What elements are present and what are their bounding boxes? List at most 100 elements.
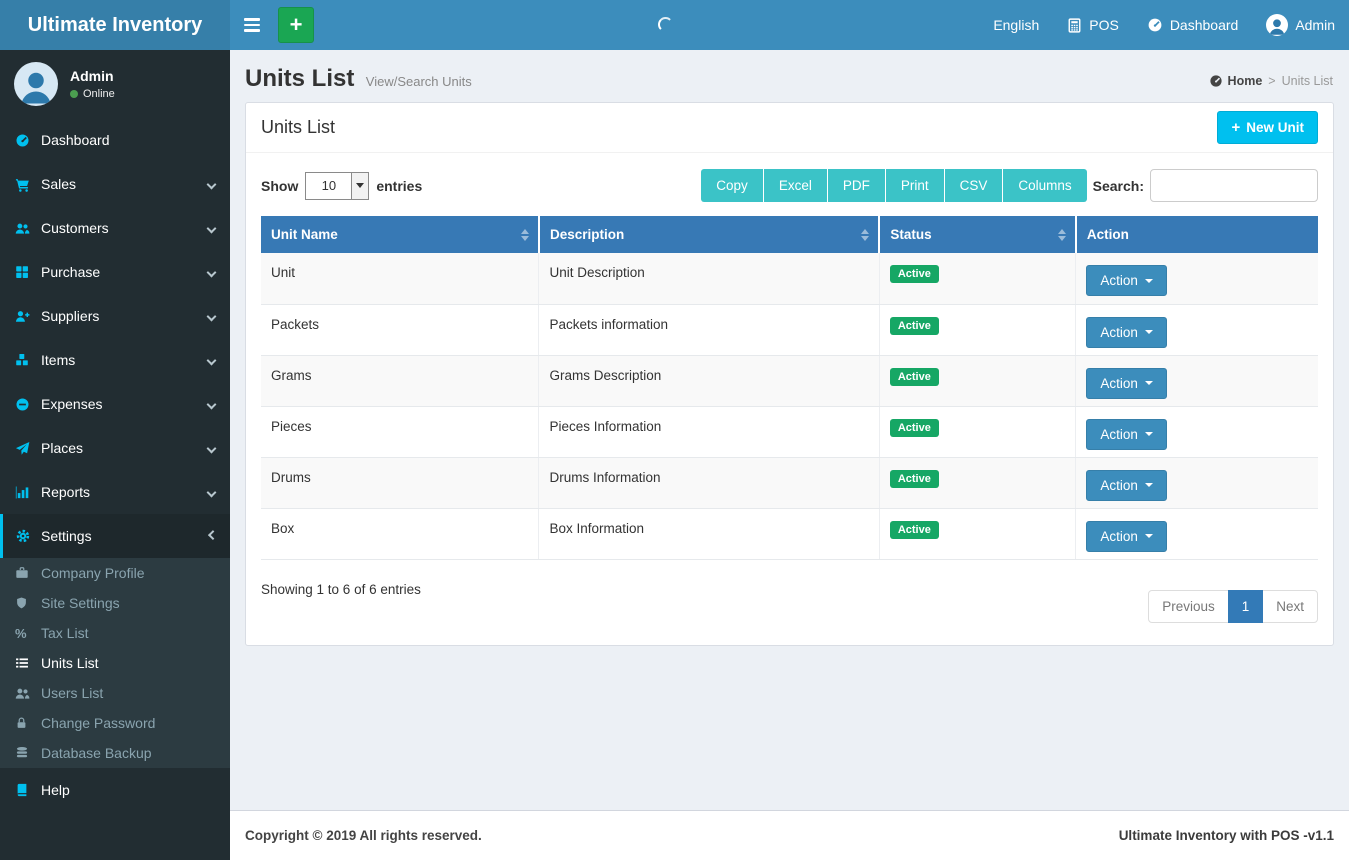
page-length-control: Show 10 entries [261, 172, 422, 200]
sidebar-item-expenses[interactable]: Expenses [0, 382, 230, 426]
sidebar-item-tax-list[interactable]: % Tax List [0, 618, 230, 648]
nav-user-label: Admin [1295, 17, 1335, 33]
sidebar-item-dashboard[interactable]: Dashboard [0, 118, 230, 162]
sidebar-toggle-button[interactable] [230, 0, 274, 50]
pagination: Previous 1 Next [1148, 590, 1318, 623]
sidebar-item-company-profile[interactable]: Company Profile [0, 558, 230, 588]
page-1-button[interactable]: 1 [1228, 590, 1264, 623]
new-unit-button[interactable]: + New Unit [1217, 111, 1318, 144]
action-cell: Action [1076, 457, 1318, 508]
chevron-left-icon [207, 223, 217, 233]
copy-button[interactable]: Copy [701, 169, 763, 202]
caret-down-icon [1145, 381, 1153, 385]
main-content: Units List View/Search Units Home > Unit… [230, 50, 1349, 810]
action-dropdown-button[interactable]: Action [1086, 368, 1167, 399]
csv-button[interactable]: CSV [944, 169, 1003, 202]
sidebar-item-sales[interactable]: Sales [0, 162, 230, 206]
action-dropdown-button[interactable]: Action [1086, 419, 1167, 450]
pdf-button[interactable]: PDF [827, 169, 885, 202]
action-label: Action [1100, 427, 1138, 442]
column-header-unit-name[interactable]: Unit Name [261, 216, 539, 253]
chevron-left-icon [207, 399, 217, 409]
nav-language[interactable]: English [979, 0, 1053, 50]
chevron-left-icon [207, 179, 217, 189]
caret-down-icon [1145, 432, 1153, 436]
breadcrumb-separator: > [1268, 74, 1275, 88]
loading-spinner-icon [658, 17, 673, 32]
book-icon [15, 783, 41, 797]
column-header-description[interactable]: Description [539, 216, 879, 253]
nav-pos-label: POS [1089, 17, 1119, 33]
breadcrumb: Home > Units List [1209, 74, 1333, 88]
sidebar-item-database-backup[interactable]: Database Backup [0, 738, 230, 768]
quick-add-button[interactable]: + [278, 7, 314, 43]
action-dropdown-button[interactable]: Action [1086, 521, 1167, 552]
unit-name-cell: Grams [261, 355, 539, 406]
sidebar-item-purchase[interactable]: Purchase [0, 250, 230, 294]
sidebar-item-label: Site Settings [41, 595, 120, 611]
action-dropdown-button[interactable]: Action [1086, 265, 1167, 296]
nav-dashboard[interactable]: Dashboard [1133, 0, 1253, 50]
app-logo[interactable]: Ultimate Inventory [0, 0, 230, 50]
chevron-left-icon [207, 487, 217, 497]
copyright-text: Copyright © 2019 All rights reserved. [245, 828, 482, 843]
status-cell: Active [879, 253, 1076, 304]
column-header-status[interactable]: Status [879, 216, 1076, 253]
units-table: Unit Name Description Status Action [261, 216, 1318, 560]
sidebar-item-change-password[interactable]: Change Password [0, 708, 230, 738]
chevron-left-icon [207, 443, 217, 453]
sidebar-item-reports[interactable]: Reports [0, 470, 230, 514]
excel-button[interactable]: Excel [763, 169, 827, 202]
sidebar-item-label: Company Profile [41, 565, 145, 581]
print-button[interactable]: Print [885, 169, 944, 202]
sidebar-item-items[interactable]: Items [0, 338, 230, 382]
caret-down-icon [1145, 330, 1153, 334]
sidebar-item-label: Database Backup [41, 745, 152, 761]
sidebar-item-label: Places [41, 440, 83, 456]
description-cell: Grams Description [539, 355, 879, 406]
nav-language-label: English [993, 17, 1039, 33]
action-dropdown-button[interactable]: Action [1086, 470, 1167, 501]
action-dropdown-button[interactable]: Action [1086, 317, 1167, 348]
sidebar-item-label: Settings [41, 528, 92, 544]
breadcrumb-home[interactable]: Home [1209, 74, 1263, 88]
tachometer-icon [1209, 74, 1223, 88]
description-cell: Box Information [539, 508, 879, 559]
table-row: Drums Drums Information Active Action [261, 457, 1318, 508]
action-label: Action [1100, 376, 1138, 391]
table-row: Unit Unit Description Active Action [261, 253, 1318, 304]
sidebar-item-label: Change Password [41, 715, 155, 731]
columns-button[interactable]: Columns [1002, 169, 1086, 202]
online-status-icon [70, 90, 78, 98]
action-label: Action [1100, 273, 1138, 288]
user-avatar [14, 62, 58, 106]
sidebar-item-units-list[interactable]: Units List [0, 648, 230, 678]
nav-pos[interactable]: POS [1053, 0, 1133, 50]
sidebar-item-label: Units List [41, 655, 99, 671]
next-page-button[interactable]: Next [1262, 590, 1318, 623]
sidebar-item-customers[interactable]: Customers [0, 206, 230, 250]
previous-page-button[interactable]: Previous [1148, 590, 1229, 623]
sidebar-user-panel: Admin Online [0, 50, 230, 118]
sidebar-item-label: Users List [41, 685, 103, 701]
percent-icon: % [15, 626, 41, 641]
search-input[interactable] [1150, 169, 1318, 202]
status-badge: Active [890, 368, 939, 386]
sidebar-item-places[interactable]: Places [0, 426, 230, 470]
grid-icon [15, 265, 41, 279]
status-cell: Active [879, 304, 1076, 355]
table-header-row: Unit Name Description Status Action [261, 216, 1318, 253]
sidebar-item-users-list[interactable]: Users List [0, 678, 230, 708]
sidebar-item-suppliers[interactable]: Suppliers [0, 294, 230, 338]
sidebar-item-label: Tax List [41, 625, 88, 641]
sidebar-item-site-settings[interactable]: Site Settings [0, 588, 230, 618]
sidebar-item-label: Sales [41, 176, 76, 192]
panel-title: Units List [261, 117, 335, 138]
nav-user[interactable]: Admin [1252, 0, 1349, 50]
export-button-group: Copy Excel PDF Print CSV Columns [701, 169, 1086, 202]
page-size-select[interactable]: 10 [305, 172, 369, 200]
sidebar-item-help[interactable]: Help [0, 768, 230, 812]
chevron-down-icon [208, 530, 218, 540]
sidebar-item-settings[interactable]: Settings [0, 514, 230, 558]
database-icon [15, 746, 41, 760]
